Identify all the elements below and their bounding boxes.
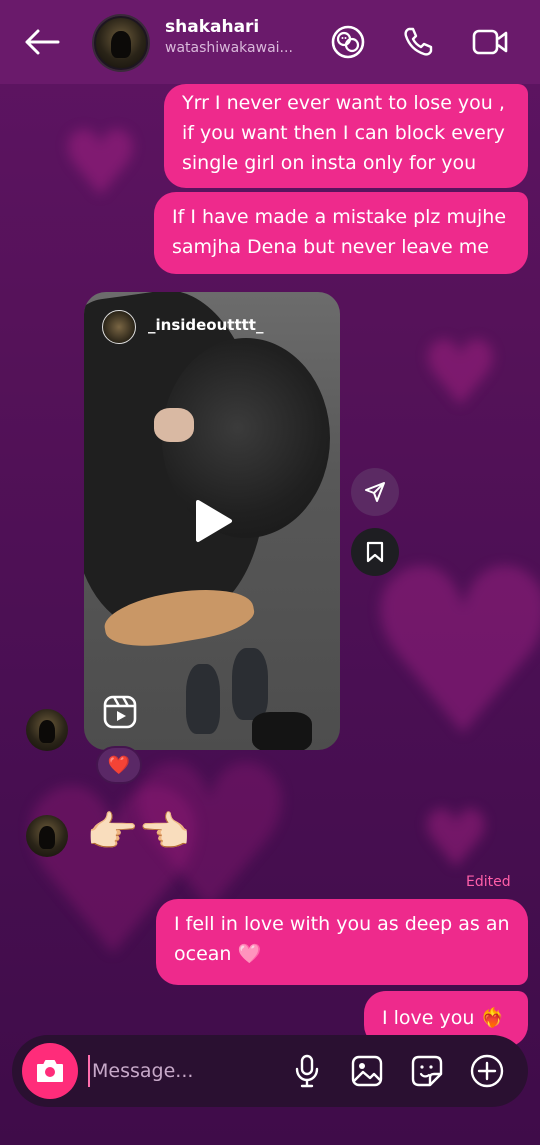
reel-thumbnail-shoe-right (232, 648, 268, 720)
contact-avatar-small[interactable] (26, 815, 68, 857)
back-arrow-icon (25, 29, 60, 55)
edited-label: Edited (466, 874, 511, 890)
effects-button[interactable] (328, 22, 368, 62)
contact-avatar-small[interactable] (26, 709, 68, 751)
contact-username[interactable]: watashiwakawai... (165, 40, 293, 56)
camera-button[interactable] (22, 1043, 78, 1099)
microphone-icon (295, 1054, 319, 1088)
chat-header: shakahari watashiwakawai... (0, 0, 540, 84)
effects-icon (331, 25, 365, 59)
reels-icon (102, 694, 138, 730)
paper-plane-icon (365, 482, 385, 502)
play-button[interactable] (188, 496, 238, 546)
received-emoji-message[interactable]: 👉🏻👈🏻 (86, 806, 191, 858)
more-options-button[interactable] (468, 1052, 506, 1090)
background-heart-decoration: ♥ (420, 793, 492, 886)
back-button[interactable] (24, 24, 60, 60)
message-text: I love you ❤️‍🔥 (382, 1007, 505, 1029)
video-call-button[interactable] (470, 22, 510, 62)
message-text: Yrr I never ever want to lose you , (182, 92, 505, 114)
background-heart-decoration: ♥ (60, 112, 141, 217)
camera-icon (37, 1060, 63, 1082)
message-text: ocean 🩷 (174, 943, 262, 965)
sent-message-bubble[interactable]: Yrr I never ever want to lose you , if y… (164, 84, 528, 188)
play-icon (196, 500, 232, 542)
image-icon (351, 1055, 383, 1087)
plus-circle-icon (470, 1054, 504, 1088)
reel-author-avatar[interactable] (102, 310, 136, 344)
sent-message-bubble[interactable]: If I have made a mistake plz mujhe samjh… (154, 192, 528, 274)
contact-name[interactable]: shakahari (165, 17, 259, 37)
bookmark-icon (366, 541, 384, 563)
gallery-button[interactable] (348, 1052, 386, 1090)
background-heart-decoration: ♥ (360, 521, 540, 788)
voice-message-button[interactable] (288, 1052, 326, 1090)
message-input[interactable] (88, 1055, 278, 1087)
message-text: if you want then I can block every (182, 122, 505, 144)
phone-icon (404, 27, 433, 56)
reel-thumbnail-hand (154, 408, 194, 442)
video-camera-icon (472, 29, 508, 55)
save-button[interactable] (351, 528, 399, 576)
shared-reel-card[interactable]: _insideoutttt_ (84, 292, 340, 750)
heart-reaction-badge[interactable]: ❤️ (96, 746, 142, 784)
sent-message-bubble[interactable]: I fell in love with you as deep as an oc… (156, 899, 528, 985)
heart-reaction-emoji: ❤️ (107, 754, 131, 776)
contact-avatar[interactable] (94, 16, 148, 70)
background-heart-decoration: ♥ (420, 322, 501, 427)
sticker-button[interactable] (408, 1052, 446, 1090)
reel-thumbnail-leg (252, 712, 312, 750)
share-button[interactable] (351, 468, 399, 516)
message-composer (12, 1035, 528, 1107)
reel-thumbnail-shoe-left (186, 664, 220, 734)
message-text: single girl on insta only for you (182, 152, 477, 174)
message-text: I fell in love with you as deep as an (174, 913, 510, 935)
message-text: samjha Dena but never leave me (172, 236, 489, 258)
reel-author-username[interactable]: _insideoutttt_ (148, 316, 263, 334)
voice-call-button[interactable] (398, 22, 438, 62)
message-text: If I have made a mistake plz mujhe (172, 206, 507, 228)
sticker-icon (411, 1055, 443, 1087)
